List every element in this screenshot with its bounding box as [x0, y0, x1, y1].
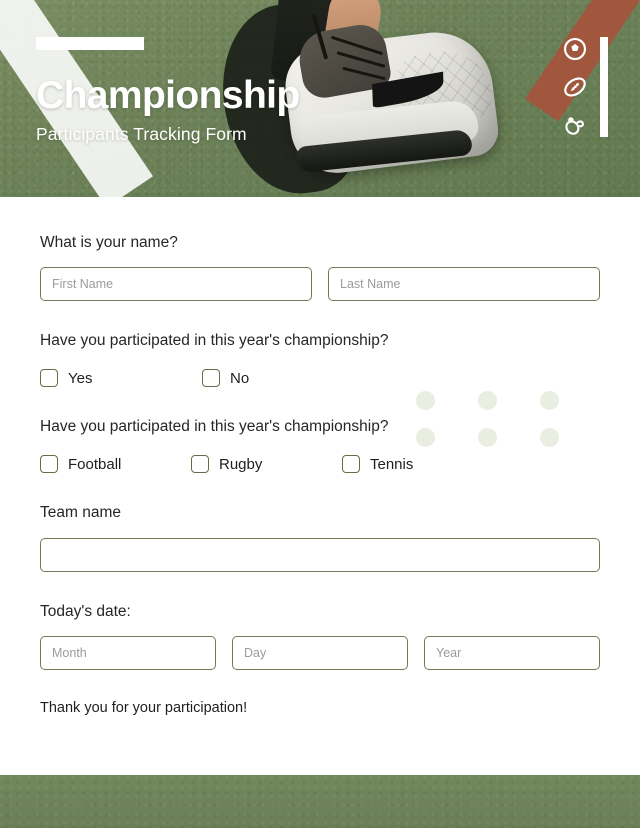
date-field-row: Month Day Year [40, 635, 600, 670]
decorative-dot [540, 428, 559, 447]
checkbox-option-yes[interactable]: Yes [40, 369, 202, 388]
header-text-block: Championship Participants Tracking Form [36, 76, 300, 145]
page-title: Championship [36, 74, 300, 117]
decorative-dot [478, 391, 497, 410]
decorative-dot [478, 428, 497, 447]
date-label: Today's date: [40, 602, 131, 620]
decorative-dot [416, 391, 435, 410]
rugby-ball-icon [564, 77, 586, 97]
checkbox-option-football[interactable]: Football [40, 455, 191, 474]
day-input[interactable]: Day [232, 635, 408, 670]
checkbox-option-rugby[interactable]: Rugby [191, 455, 342, 474]
checkbox-box-icon[interactable] [202, 369, 220, 388]
name-question-label: What is your name? [40, 234, 178, 251]
checkbox-box-icon[interactable] [191, 455, 209, 474]
checkbox-box-icon[interactable] [40, 455, 58, 474]
sport-icon-stack [562, 36, 588, 138]
team-name-row [40, 537, 600, 572]
checkbox-box-icon[interactable] [342, 455, 360, 474]
checkbox-option-tennis[interactable]: Tennis [342, 455, 414, 474]
name-field-row: First Name Last Name [40, 267, 600, 302]
header-vertical-bar [600, 37, 608, 137]
decorative-dot [416, 428, 435, 447]
page-footer [0, 775, 640, 828]
tennis-racket-icon [565, 117, 584, 135]
form-body: What is your name? First Name Last Name … [0, 233, 640, 716]
checkbox-label: Yes [68, 369, 93, 387]
checkbox-label: Tennis [370, 455, 414, 473]
participation-question-label: Have you participated in this year's cha… [40, 332, 389, 350]
page-header: Championship Participants Tracking Form [0, 0, 640, 197]
decorative-dot-grid [416, 391, 602, 465]
year-input[interactable]: Year [424, 635, 600, 670]
month-input[interactable]: Month [40, 635, 216, 670]
checkbox-label: Rugby [219, 455, 263, 473]
thank-you-message: Thank you for your participation! [40, 699, 248, 716]
checkbox-label: No [230, 369, 250, 387]
soccer-ball-icon [563, 37, 587, 61]
first-name-input[interactable]: First Name [40, 267, 312, 302]
participation-checkbox-row: Yes No [40, 369, 600, 388]
checkbox-box-icon[interactable] [40, 369, 58, 388]
decorative-dot [540, 391, 559, 410]
checkbox-option-no[interactable]: No [202, 369, 250, 388]
team-name-label: Team name [40, 504, 121, 522]
last-name-input[interactable]: Last Name [328, 267, 600, 302]
form-page: Championship Participants Tracking Form [0, 0, 640, 828]
header-accent-bar [36, 37, 144, 50]
team-name-input[interactable] [40, 537, 600, 572]
checkbox-label: Football [68, 455, 122, 473]
page-subtitle: Participants Tracking Form [36, 123, 247, 144]
